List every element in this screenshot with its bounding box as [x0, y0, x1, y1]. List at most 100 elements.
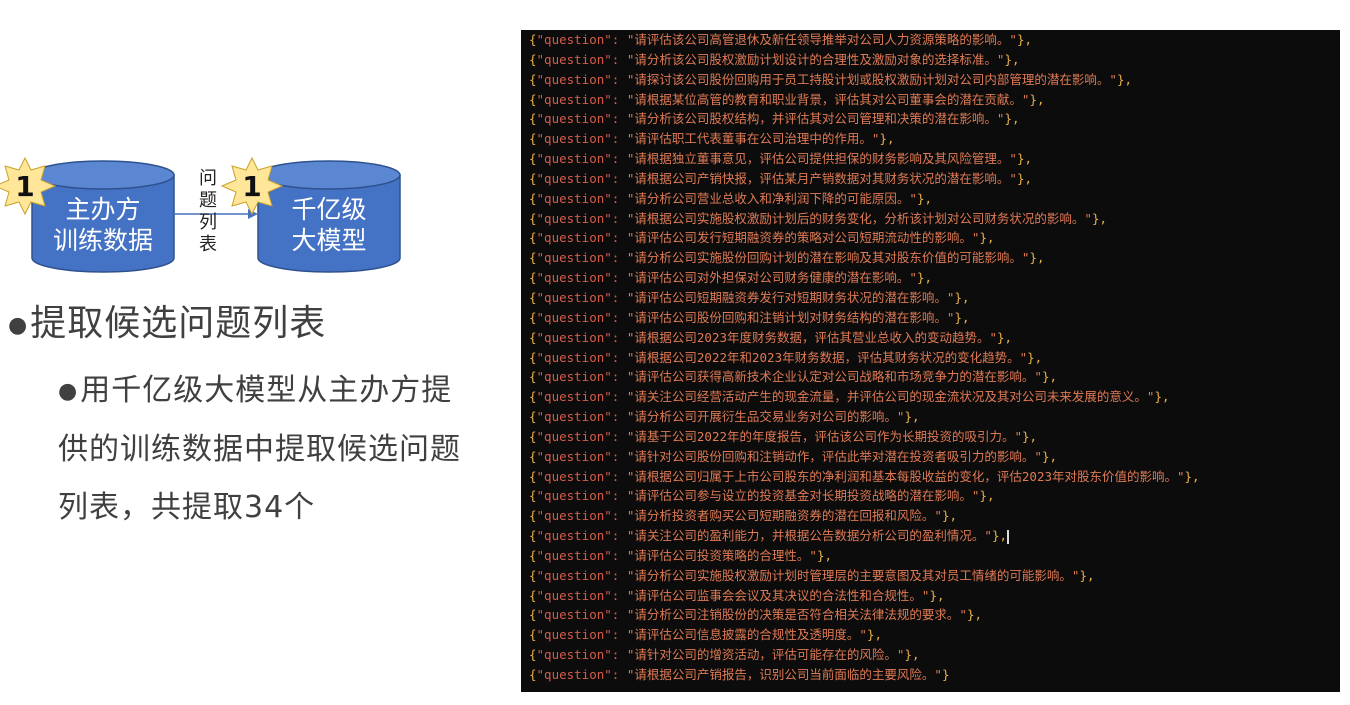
colon: : [611, 250, 627, 266]
brace-open: { [529, 389, 537, 405]
question-line: {"question": "请根据公司产销报告，识别公司当前面临的主要风险。"} [521, 665, 1340, 685]
question-key: "question" [536, 250, 612, 266]
question-line: {"question": "请基于公司2022年的年度报告，评估该公司作为长期投… [521, 427, 1340, 447]
brace-open: { [529, 567, 537, 583]
colon: : [611, 547, 627, 563]
question-text: 请评估公司信息披露的合规性及透明度。 [634, 627, 860, 643]
question-line: {"question": "请评估职工代表董事在公司治理中的作用。"}, [521, 129, 1340, 149]
quote-close: " [1009, 32, 1017, 47]
colon: : [611, 170, 627, 186]
brace-close: } [941, 667, 950, 682]
question-key: "question" [536, 190, 612, 206]
arrow-label-char: 列 [199, 212, 217, 233]
brace-close: }, [1184, 468, 1200, 484]
question-key: "question" [536, 289, 612, 305]
question-line: {"question": "请根据公司实施股权激励计划后的财务变化，分析该计划对… [521, 209, 1340, 229]
brace-open: { [529, 71, 537, 87]
colon: : [611, 51, 627, 67]
brace-open: { [529, 51, 537, 67]
brace-close: }, [1079, 567, 1095, 583]
question-text: 请分析公司营业总收入和净利润下降的可能原因。 [634, 190, 910, 206]
quote-close: " [1177, 468, 1185, 484]
brace-close: }, [1016, 32, 1032, 47]
question-text: 请评估公司投资策略的合理性。 [634, 547, 810, 563]
question-line: {"question": "请分析公司营业总收入和净利润下降的可能原因。"}, [521, 189, 1340, 209]
colon: : [611, 667, 627, 682]
question-key: "question" [536, 131, 612, 147]
brace-close: }, [1027, 349, 1043, 365]
arrow-label-char: 问 [199, 168, 217, 189]
quote-close: " [909, 190, 917, 206]
question-key: "question" [536, 428, 612, 444]
brace-close: }, [1091, 210, 1107, 226]
brace-open: { [529, 647, 537, 663]
question-text: 请根据公司产销报告，识别公司当前面临的主要风险。 [634, 667, 935, 682]
quote-close: " [1034, 369, 1042, 385]
quote-close: " [934, 667, 942, 682]
brace-open: { [529, 468, 537, 484]
question-line: {"question": "请根据某位高管的教育和职业背景，评估其对公司董事会的… [521, 90, 1340, 110]
question-key: "question" [536, 547, 612, 563]
target-label: 千亿级 大模型 [291, 195, 367, 255]
colon: : [611, 587, 627, 603]
brace-open: { [529, 607, 537, 623]
question-key: "question" [536, 51, 612, 67]
brace-close: }, [979, 230, 995, 246]
question-key: "question" [536, 468, 612, 484]
question-key: "question" [536, 111, 612, 127]
colon: : [611, 210, 627, 226]
question-line: {"question": "请评估该公司高管退休及新任领导推举对公司人力资源策略… [521, 30, 1340, 50]
question-key: "question" [536, 587, 612, 603]
brace-open: { [529, 627, 537, 643]
question-line: {"question": "请评估公司股份回购和注销计划对财务结构的潜在影响。"… [521, 308, 1340, 328]
question-text: 请关注公司经营活动产生的现金流量，并评估公司的现金流状况及其对公司未来发展的意义… [634, 389, 1147, 405]
colon: : [611, 91, 627, 107]
question-line: {"question": "请根据独立董事意见，评估公司提供担保的财务影响及其风… [521, 149, 1340, 169]
brace-open: { [529, 210, 537, 226]
quote-close: " [934, 508, 942, 524]
question-text: 请评估公司发行短期融资券的策略对公司短期流动性的影响。 [634, 230, 972, 246]
question-text: 请根据独立董事意见，评估公司提供担保的财务影响及其风险管理。 [634, 151, 1010, 167]
brace-close: }, [916, 270, 932, 286]
question-text: 请分析投资者购买公司短期融资券的潜在回报和风险。 [634, 508, 935, 524]
colon: : [611, 488, 627, 504]
question-text: 请分析公司实施股权激励计划时管理层的主要意图及其对员工情绪的可能影响。 [634, 567, 1072, 583]
brace-close: }, [941, 508, 957, 524]
brace-close: }, [916, 190, 932, 206]
brace-open: { [529, 250, 537, 266]
bullet-level2-text: 用千亿级大模型从主办方提供的训练数据中提取候选问题列表，共提取34个 [58, 373, 461, 525]
question-line: {"question": "请评估公司获得高新技术企业认定对公司战略和市场竞争力… [521, 367, 1340, 387]
question-key: "question" [536, 230, 612, 246]
brace-close: }, [1041, 369, 1057, 385]
question-text: 请评估公司对外担保对公司财务健康的潜在影响。 [634, 270, 910, 286]
question-key: "question" [536, 627, 612, 643]
question-text: 请评估该公司高管退休及新任领导推举对公司人力资源策略的影响。 [634, 32, 1010, 47]
brace-close: }, [1154, 389, 1170, 405]
colon: : [611, 111, 627, 127]
brace-open: { [529, 428, 537, 444]
quote-close: " [809, 547, 817, 563]
question-text: 请根据公司2022年和2023年财务数据，评估其财务状况的变化趋势。 [634, 349, 1020, 365]
question-text: 请关注公司的盈利能力，并根据公告数据分析公司的盈利情况。 [634, 528, 985, 544]
question-text: 请分析公司注销股份的决策是否符合相关法律法规的要求。 [634, 607, 960, 623]
question-line: {"question": "请分析该公司股权结构，并评估其对公司管理和决策的潜在… [521, 109, 1340, 129]
code-lines: {"question": "请评估该公司高管退休及新任领导推举对公司人力资源策略… [521, 30, 1340, 685]
question-line: {"question": "请评估公司对外担保对公司财务健康的潜在影响。"}, [521, 268, 1340, 288]
colon: : [611, 409, 627, 425]
colon: : [611, 270, 627, 286]
colon: : [611, 567, 627, 583]
source-label: 主办方 训练数据 [52, 195, 153, 255]
colon: : [611, 528, 627, 544]
brace-open: { [529, 131, 537, 147]
question-line: {"question": "请分析公司开展衍生品交易业务对公司的影响。"}, [521, 407, 1340, 427]
brace-close: }, [1041, 448, 1057, 464]
question-line: {"question": "请针对公司股份回购和注销动作，评估此举对潜在投资者吸… [521, 447, 1340, 467]
brace-close: }, [929, 587, 945, 603]
colon: : [611, 309, 627, 325]
question-key: "question" [536, 309, 612, 325]
brace-close: }, [1016, 151, 1032, 167]
question-key: "question" [536, 488, 612, 504]
brace-open: { [529, 32, 537, 47]
brace-close: }, [866, 627, 882, 643]
question-line: {"question": "请评估公司监事会会议及其决议的合法性和合规性。"}, [521, 586, 1340, 606]
